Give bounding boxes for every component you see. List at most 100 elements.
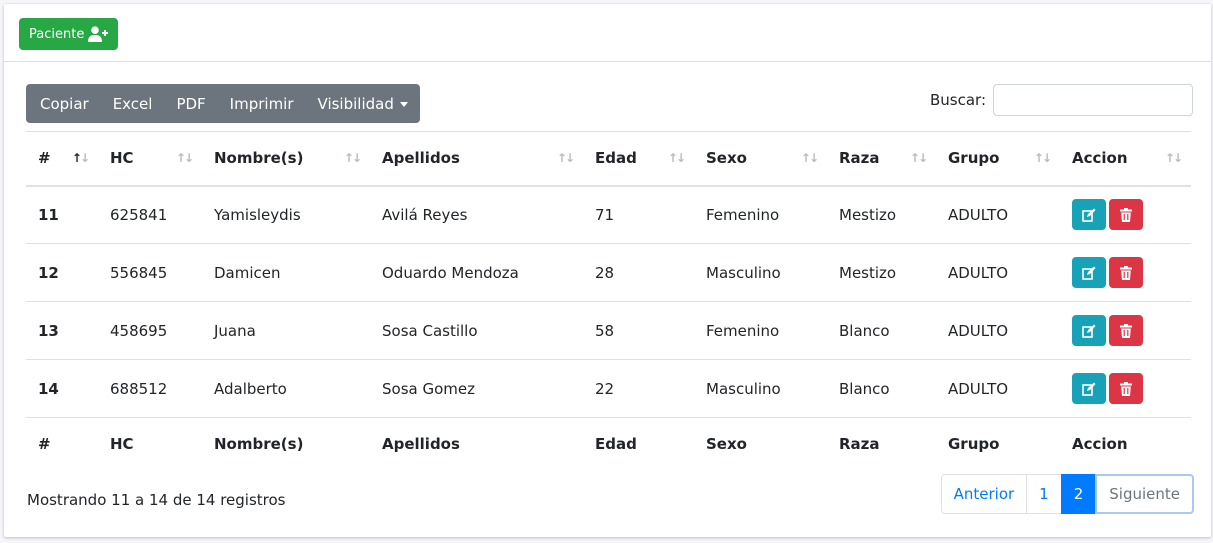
table-row: 12 556845 Damicen Oduardo Mendoza 28 Mas… — [26, 243, 1191, 302]
delete-button[interactable] — [1109, 257, 1143, 288]
cell-edad: 22 — [583, 359, 694, 418]
new-patient-button[interactable]: Paciente — [19, 18, 119, 50]
cell-actions — [1060, 243, 1191, 302]
cell-hc: 556845 — [98, 243, 202, 302]
cell-actions — [1060, 301, 1191, 360]
cell-edad: 71 — [583, 185, 694, 244]
cell-grupo: ADULTO — [936, 359, 1060, 418]
sort-arrows-icon: ↑↓ — [175, 151, 194, 165]
column-header-nombre[interactable]: Nombre(s) ↑↓ — [202, 131, 370, 187]
pagination-page-2[interactable]: 2 — [1060, 474, 1097, 514]
cell-actions — [1060, 185, 1191, 244]
sort-arrows-icon: ↑↓ — [909, 151, 928, 165]
card-header: Paciente — [4, 4, 1211, 62]
footer-col-nombre: Nombre(s) — [202, 417, 370, 470]
sort-arrows-icon: ↑↓ — [556, 151, 575, 165]
cell-raza: Mestizo — [827, 243, 936, 302]
pdf-button[interactable]: PDF — [164, 84, 217, 123]
pagination: Anterior 1 2 Siguiente — [940, 474, 1194, 514]
cell-sexo: Masculino — [694, 359, 827, 418]
cell-hc: 625841 — [98, 185, 202, 244]
column-header-apellidos[interactable]: Apellidos ↑↓ — [370, 131, 583, 187]
cell-raza: Blanco — [827, 359, 936, 418]
cell-sexo: Femenino — [694, 301, 827, 360]
new-patient-label: Paciente — [29, 26, 85, 42]
cell-raza: Mestizo — [827, 185, 936, 244]
cell-grupo: ADULTO — [936, 185, 1060, 244]
footer-col-num: # — [26, 417, 98, 470]
pagination-next[interactable]: Siguiente — [1095, 474, 1194, 514]
table-header: # ↑↓ HC ↑↓ Nombre(s) ↑↓ Apellidos ↑↓ Edad ↑↓ … — [26, 131, 1191, 187]
cell-hc: 458695 — [98, 301, 202, 360]
cell-num: 11 — [26, 185, 98, 244]
column-header-accion[interactable]: Accion ↑↓ — [1060, 131, 1191, 187]
cell-edad: 28 — [583, 243, 694, 302]
cell-nombre: Juana — [202, 301, 370, 360]
edit-button[interactable] — [1072, 257, 1106, 288]
cell-edad: 58 — [583, 301, 694, 360]
search-label: Buscar: — [929, 91, 986, 109]
edit-button[interactable] — [1072, 199, 1106, 231]
cell-sexo: Femenino — [694, 185, 827, 244]
table-row: 11 625841 Yamisleydis Avilá Reyes 71 Fem… — [26, 185, 1191, 244]
copy-button[interactable]: Copiar — [26, 84, 101, 123]
edit-icon — [1082, 208, 1096, 222]
trash-icon — [1120, 207, 1132, 222]
cell-raza: Blanco — [827, 301, 936, 360]
table-row: 14 688512 Adalberto Sosa Gomez 22 Mascul… — [26, 359, 1191, 418]
sort-arrows-icon: ↑↓ — [71, 151, 90, 165]
table-footer: # HC Nombre(s) Apellidos Edad Sexo Raza … — [26, 417, 1191, 470]
table-info: Mostrando 11 a 14 de 14 registros — [27, 491, 286, 509]
column-header-edad[interactable]: Edad ↑↓ — [583, 131, 694, 187]
delete-button[interactable] — [1109, 373, 1143, 404]
search-box: Buscar: — [930, 84, 1193, 116]
patients-table: # ↑↓ HC ↑↓ Nombre(s) ↑↓ Apellidos ↑↓ Edad ↑↓ … — [26, 131, 1191, 470]
footer-col-hc: HC — [98, 417, 202, 470]
cell-nombre: Damicen — [202, 243, 370, 302]
delete-button[interactable] — [1109, 315, 1143, 346]
search-input[interactable] — [993, 84, 1193, 116]
cell-apellidos: Oduardo Mendoza — [370, 243, 583, 302]
sort-arrows-icon: ↑↓ — [1164, 151, 1183, 165]
cell-grupo: ADULTO — [936, 301, 1060, 360]
column-header-raza[interactable]: Raza ↑↓ — [827, 131, 936, 187]
cell-nombre: Yamisleydis — [202, 185, 370, 244]
column-header-hc[interactable]: HC ↑↓ — [98, 131, 202, 187]
sort-arrows-icon: ↑↓ — [343, 151, 362, 165]
cell-num: 14 — [26, 359, 98, 418]
cell-apellidos: Avilá Reyes — [370, 185, 583, 244]
delete-button[interactable] — [1109, 199, 1143, 231]
sort-arrows-icon: ↑↓ — [1033, 151, 1052, 165]
sort-arrows-icon: ↑↓ — [667, 151, 686, 165]
cell-sexo: Masculino — [694, 243, 827, 302]
table-body: 11 625841 Yamisleydis Avilá Reyes 71 Fem… — [26, 185, 1191, 418]
pagination-page-1[interactable]: 1 — [1026, 474, 1062, 514]
sort-arrows-icon: ↑↓ — [800, 151, 819, 165]
cell-nombre: Adalberto — [202, 359, 370, 418]
table-row: 13 458695 Juana Sosa Castillo 58 Femenin… — [26, 301, 1191, 360]
edit-icon — [1082, 324, 1096, 338]
cell-actions — [1060, 359, 1191, 418]
export-button-group: Copiar Excel PDF Imprimir Visibilidad — [26, 84, 420, 123]
trash-icon — [1120, 381, 1132, 396]
column-header-num[interactable]: # ↑↓ — [26, 131, 98, 187]
edit-button[interactable] — [1072, 373, 1106, 404]
caret-down-icon — [399, 102, 408, 107]
edit-button[interactable] — [1072, 315, 1106, 346]
cell-apellidos: Sosa Castillo — [370, 301, 583, 360]
excel-button[interactable]: Excel — [101, 84, 165, 123]
trash-icon — [1120, 265, 1132, 280]
visibility-label: Visibilidad — [317, 94, 394, 113]
footer-col-edad: Edad — [583, 417, 694, 470]
column-header-sexo[interactable]: Sexo ↑↓ — [694, 131, 827, 187]
cell-num: 12 — [26, 243, 98, 302]
cell-apellidos: Sosa Gomez — [370, 359, 583, 418]
cell-grupo: ADULTO — [936, 243, 1060, 302]
visibility-dropdown[interactable]: Visibilidad — [306, 84, 420, 123]
footer-col-apellidos: Apellidos — [370, 417, 583, 470]
column-header-grupo[interactable]: Grupo ↑↓ — [936, 131, 1060, 187]
edit-icon — [1082, 382, 1096, 396]
print-button[interactable]: Imprimir — [218, 84, 306, 123]
pagination-prev[interactable]: Anterior — [940, 474, 1028, 514]
footer-col-accion: Accion — [1060, 417, 1191, 470]
